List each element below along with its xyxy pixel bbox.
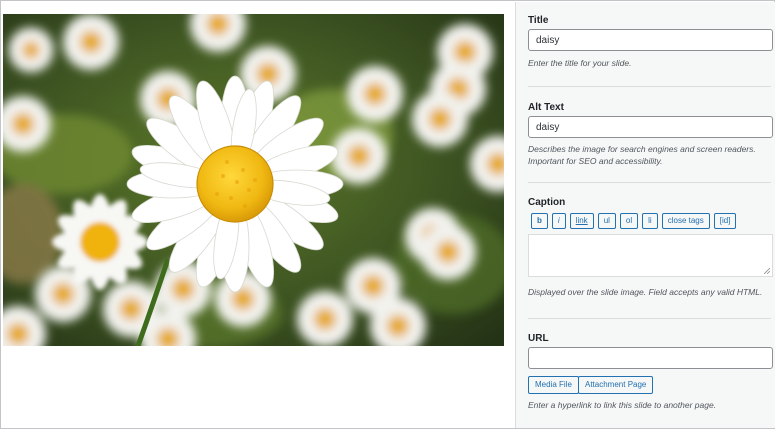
slide-settings-panel: Title Enter the title for your slide. Al… — [515, 2, 775, 428]
divider — [528, 318, 771, 319]
caption-textarea[interactable] — [528, 234, 773, 277]
caption-quicktags-toolbar: b i link ul ol li close tags [id] — [531, 213, 737, 229]
bold-tag-button[interactable]: b — [531, 213, 548, 229]
ol-tag-button[interactable]: ol — [619, 213, 639, 229]
slide-editor: Title Enter the title for your slide. Al… — [0, 0, 775, 429]
media-file-button[interactable]: Media File — [528, 376, 579, 394]
title-section: Title Enter the title for your slide. — [528, 15, 773, 75]
close-tags-button[interactable]: close tags — [661, 213, 710, 229]
daisy-photo — [3, 14, 504, 346]
title-label: Title — [528, 15, 549, 26]
title-description: Enter the title for your slide. — [528, 58, 632, 68]
slide-image — [3, 14, 504, 346]
caption-label: Caption — [528, 197, 566, 208]
alt-text-label: Alt Text — [528, 102, 564, 113]
url-input[interactable] — [528, 347, 773, 369]
link-tag-button[interactable]: link — [569, 213, 594, 229]
italic-tag-button[interactable]: i — [551, 213, 566, 229]
divider — [528, 86, 771, 87]
li-tag-button[interactable]: li — [642, 213, 658, 229]
url-label: URL — [528, 333, 549, 344]
caption-section: Caption b i link ul ol li close tags [id… — [528, 197, 773, 307]
divider — [528, 182, 771, 183]
alt-text-input[interactable] — [528, 116, 773, 138]
attachment-page-button[interactable]: Attachment Page — [578, 376, 654, 394]
title-input[interactable] — [528, 29, 773, 51]
id-tag-button[interactable]: [id] — [713, 213, 737, 229]
caption-description: Displayed over the slide image. Field ac… — [528, 287, 763, 297]
alt-text-description: Describes the image for search engines a… — [528, 144, 756, 166]
alt-text-section: Alt Text Describes the image for search … — [528, 102, 773, 177]
url-description: Enter a hyperlink to link this slide to … — [528, 400, 717, 410]
ul-tag-button[interactable]: ul — [597, 213, 616, 229]
resize-grip-icon[interactable] — [764, 268, 770, 274]
